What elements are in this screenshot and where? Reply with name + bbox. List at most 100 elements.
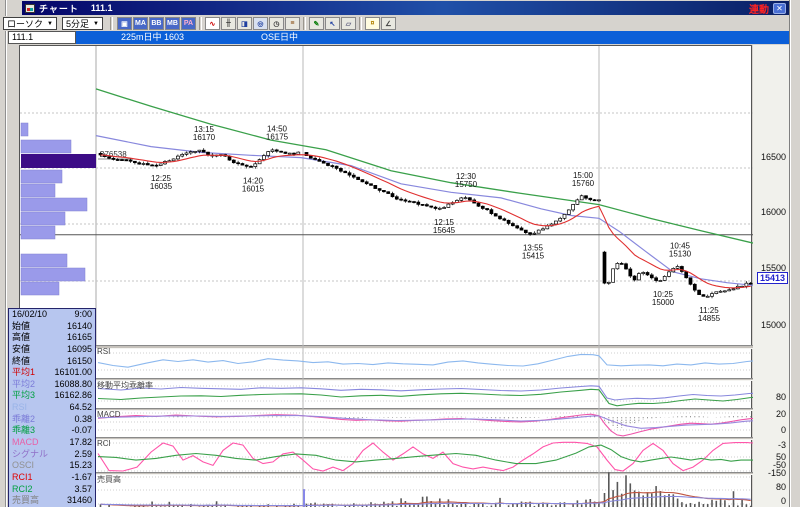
data-panel-row: 始値 16140	[9, 321, 95, 333]
info-bar: 111.1 225m日中 1603 OSE日中	[6, 31, 789, 44]
data-panel-label: 終値	[12, 355, 31, 366]
data-panel-label: 乖離2	[12, 413, 36, 424]
session-label: 225m日中 1603	[121, 32, 185, 42]
chart-window-icon	[25, 3, 35, 13]
data-panel-label: 始値	[12, 320, 31, 331]
toolbar-separator	[358, 17, 362, 30]
data-panel-label: 平均2	[12, 378, 36, 389]
data-panel-label: OSCI	[12, 460, 35, 471]
panel-label-rsi: RSI	[97, 347, 111, 356]
data-panel-value: 16140	[66, 320, 92, 331]
data-panel-value: 0.38	[74, 413, 92, 424]
data-panel-value: 3.57	[74, 483, 92, 494]
data-panel-row: 平均1 16101.00	[9, 367, 95, 379]
candlestick-chart-icon[interactable]: ╫	[220, 17, 236, 30]
eraser-icon[interactable]: ▱	[340, 17, 356, 30]
chart-link-icon[interactable]: ▣	[116, 17, 132, 30]
ruler-icon[interactable]: ∠	[380, 17, 396, 30]
toolbar: ローソク ▼ 5分足 ▼ ▣ MA BB MB PA ∿ ╫ ◨ ◎ ◷ ≡ ✎ ↖ ▱ ¤ ∠	[3, 16, 789, 31]
data-panel-value: 31460	[66, 495, 92, 506]
symbol-code-field[interactable]: 111.1	[8, 31, 76, 44]
svg-text:15760: 15760	[572, 179, 595, 188]
panel-label-rci: RCI	[97, 439, 111, 448]
panel-label-macd: MACD	[97, 410, 121, 419]
chevron-down-icon: ▼	[47, 20, 53, 27]
svg-text:14855: 14855	[698, 314, 721, 323]
search-key-icon[interactable]: ¤	[364, 17, 380, 30]
axis-label: 80	[775, 392, 786, 402]
svg-text:15750: 15750	[455, 180, 478, 189]
data-panel-value: 16162.86	[54, 390, 92, 401]
data-panel-label: 16/02/10	[12, 309, 48, 319]
chart-canvas[interactable]: 37653812:251603513:151617014:201601514:5…	[20, 46, 753, 507]
data-panel-label: RCI1	[12, 471, 33, 482]
window-left-border	[5, 0, 6, 507]
svg-text:16175: 16175	[266, 132, 289, 141]
ma-indicator-icon[interactable]: MA	[132, 17, 148, 30]
cursor-icon[interactable]: ↖	[324, 17, 340, 30]
data-panel-value: 17.82	[69, 437, 92, 448]
data-panel-value: -1.67	[71, 471, 92, 482]
zoom-icon[interactable]: ◎	[252, 17, 268, 30]
data-panel-value: 16095	[66, 343, 92, 354]
data-panel-value: -0.07	[71, 425, 92, 436]
clock-icon[interactable]: ◷	[268, 17, 284, 30]
data-panel-value: 16150	[66, 355, 92, 366]
chart-mode-icon[interactable]: ◨	[236, 17, 252, 30]
data-panel-row: RCI2 3.57	[9, 484, 95, 496]
quote-data-panel: 16/02/10 9:00 始値 16140 高値 16165 安値 16095 終値 16150…	[8, 308, 96, 507]
data-panel-row: 売買高 31460	[9, 495, 95, 507]
window-title: チャート	[39, 3, 79, 14]
chart-area[interactable]: 376538 12:25 16035 13:15 16170 14:20 16015 14:5…	[19, 45, 753, 507]
draw-line-icon[interactable]: ✎	[308, 17, 324, 30]
svg-text:15645: 15645	[433, 226, 456, 235]
data-panel-row: 平均3 16162.86	[9, 390, 95, 402]
price-axis: 16500 16000 15500 15413 15000 80 20 0 -3 50 -50 -15…	[753, 45, 789, 507]
data-panel-label: シグナル	[12, 448, 49, 459]
bb-indicator-icon[interactable]: BB	[148, 17, 164, 30]
axis-label: -150	[767, 468, 786, 478]
svg-text:16035: 16035	[150, 182, 173, 191]
data-panel-row: OSCI 15.23	[9, 460, 95, 472]
timeframe-label: 5分足	[65, 19, 89, 29]
axis-label: -3	[777, 440, 786, 450]
data-panel-row: 乖離3 -0.07	[9, 425, 95, 437]
data-panel-label: 乖離3	[12, 425, 36, 436]
line-chart-icon[interactable]: ∿	[204, 17, 220, 30]
svg-text:15000: 15000	[652, 298, 675, 307]
data-panel-row: 安値 16095	[9, 344, 95, 356]
data-panel-row: RCI1 -1.67	[9, 472, 95, 484]
axis-label: 15000	[760, 320, 786, 330]
chart-type-dropdown[interactable]: ローソク ▼	[3, 17, 57, 30]
data-panel-label: 売買高	[12, 495, 40, 506]
data-panel-row: シグナル 2.59	[9, 449, 95, 461]
title-bar: チャート 111.1 連動 ✕	[22, 1, 789, 16]
current-price-badge: 15413	[756, 272, 788, 284]
timeframe-dropdown[interactable]: 5分足 ▼	[61, 17, 103, 30]
market-label: OSE日中	[261, 32, 299, 42]
window-title-value: 111.1	[90, 3, 113, 13]
linked-toggle[interactable]: 連動	[749, 1, 769, 16]
data-panel-label: 高値	[12, 332, 31, 343]
axis-label: 0	[780, 425, 786, 435]
data-panel-label: 平均1	[12, 367, 36, 378]
data-panel-label: 安値	[12, 343, 31, 354]
panel-label-kairi: 移動平均乖離率	[97, 381, 153, 390]
indicator-settings-icon[interactable]: ≡	[284, 17, 300, 30]
svg-text:16170: 16170	[193, 133, 216, 142]
data-panel-value: 64.52	[69, 402, 92, 413]
session-info-bar: 225m日中 1603 OSE日中	[76, 31, 789, 44]
data-panel-row: 高値 16165	[9, 332, 95, 344]
pa-indicator-icon[interactable]: PA	[180, 17, 196, 30]
axis-label: 16500	[760, 152, 786, 162]
mb-indicator-icon[interactable]: MB	[164, 17, 180, 30]
data-panel-row: 乖離2 0.38	[9, 414, 95, 426]
toolbar-separator	[302, 17, 306, 30]
chevron-down-icon: ▼	[92, 20, 99, 27]
data-panel-label: RSI	[12, 402, 28, 413]
close-button[interactable]: ✕	[773, 2, 786, 14]
svg-text:15130: 15130	[669, 249, 692, 258]
data-panel-value: 16088.80	[54, 378, 92, 389]
data-panel-label: RCI2	[12, 483, 33, 494]
axis-label: 20	[775, 409, 786, 419]
